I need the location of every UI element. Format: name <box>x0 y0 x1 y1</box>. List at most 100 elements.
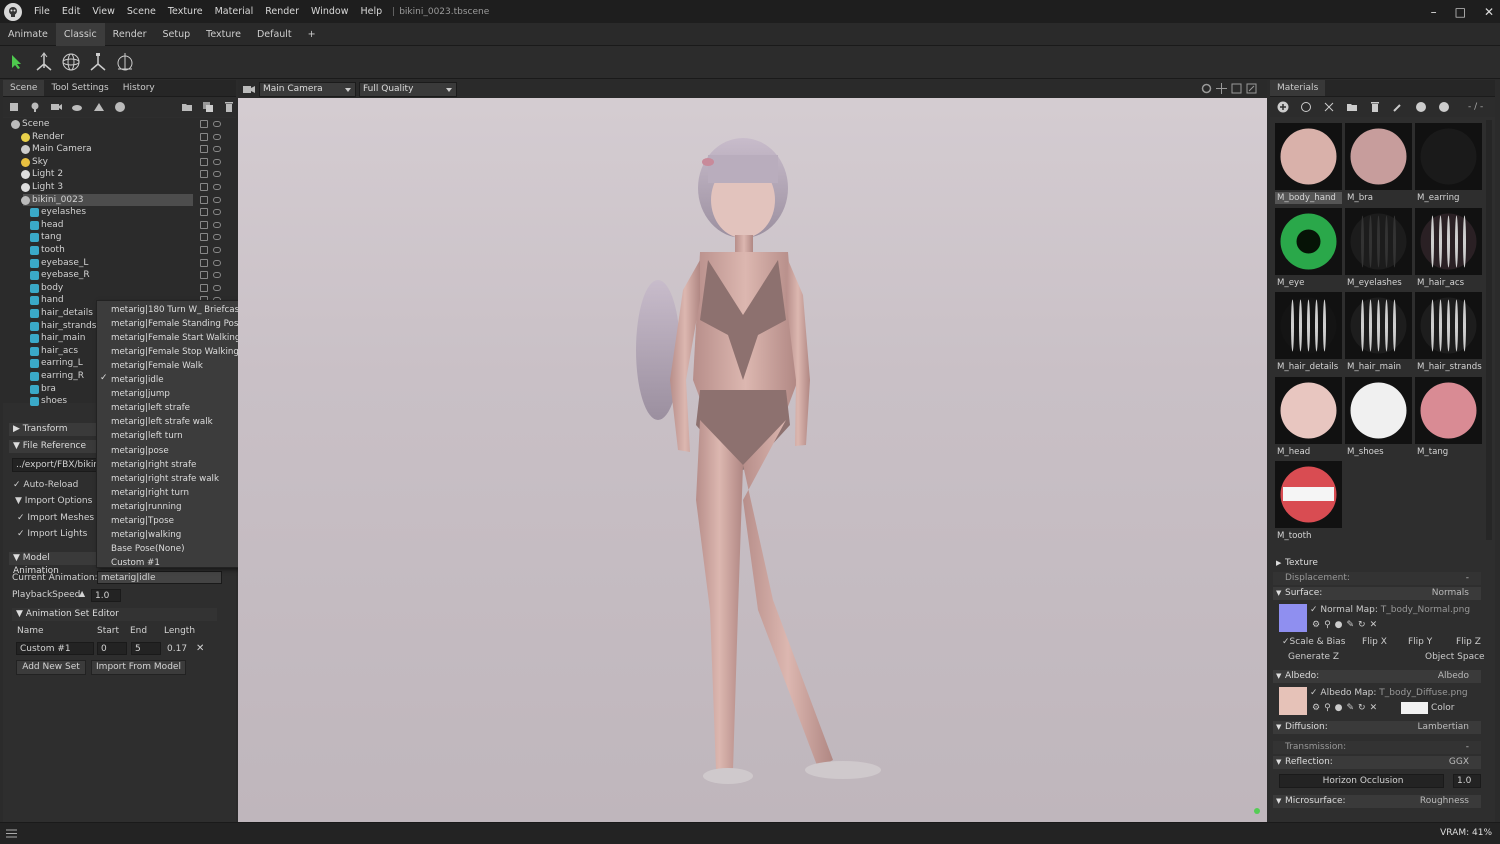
tab-tool-settings[interactable]: Tool Settings <box>44 80 115 96</box>
tree-item-tooth[interactable]: tooth <box>3 244 236 257</box>
add-camera-icon[interactable] <box>49 101 63 113</box>
tree-item-scene[interactable]: Scene <box>3 118 236 131</box>
menu-item-metarig-female-stop-walking[interactable]: metarig|Female Stop Walking <box>111 345 239 359</box>
add-sky-icon[interactable] <box>71 101 84 113</box>
tree-item-light-2[interactable]: Light 2 <box>3 168 236 181</box>
copy-material-icon[interactable] <box>1299 101 1313 113</box>
visibility-icon[interactable] <box>213 184 221 190</box>
tree-item-eyebase-l[interactable]: eyebase_L <box>3 257 236 270</box>
rotate-tool-icon[interactable] <box>60 51 82 73</box>
menu-item-metarig-jump[interactable]: metarig|jump <box>111 387 170 401</box>
add-material-icon[interactable] <box>1276 101 1290 113</box>
tree-item-head[interactable]: head <box>3 219 236 232</box>
lock-icon[interactable] <box>200 220 208 229</box>
flip-y-checkbox[interactable]: Flip Y <box>1408 637 1432 647</box>
lock-icon[interactable] <box>200 246 208 254</box>
spinner-icon[interactable]: ▲ <box>79 589 85 598</box>
picker-icon[interactable] <box>1391 101 1405 113</box>
tree-item-body[interactable]: body <box>3 282 236 295</box>
material-m-earring[interactable]: M_earring <box>1415 123 1482 204</box>
menu-item-metarig-female-standing-pose[interactable]: metarig|Female Standing Pose <box>111 317 244 331</box>
visibility-icon[interactable] <box>213 158 221 165</box>
close-icon[interactable]: ✕ <box>1484 5 1494 19</box>
tree-item-light-3[interactable]: Light 3 <box>3 181 236 194</box>
section-file-reference[interactable]: ▼ File Reference <box>9 440 97 453</box>
menu-scene[interactable]: Scene <box>121 6 162 17</box>
material-m-body-hand[interactable]: M_body_hand <box>1275 123 1342 204</box>
transform-tool-icon[interactable] <box>114 51 136 73</box>
scale-bias-checkbox[interactable]: ✓Scale & Bias <box>1282 637 1345 647</box>
menu-item-metarig-walking[interactable]: metarig|walking <box>111 528 181 542</box>
lock-icon[interactable] <box>200 208 208 217</box>
menu-texture[interactable]: Texture <box>162 6 209 17</box>
menu-item-metarig-tpose[interactable]: metarig|Tpose <box>111 514 174 528</box>
normal-map-thumb[interactable] <box>1279 604 1307 632</box>
visibility-icon[interactable] <box>213 221 221 228</box>
albedo-map-tools[interactable]: ⚙⚲●✎↻✕ <box>1312 703 1381 713</box>
tree-item-tang[interactable]: tang <box>3 231 236 244</box>
materials-scrollbar[interactable] <box>1486 120 1492 540</box>
menu-item-custom-1[interactable]: Custom #1 <box>111 556 160 570</box>
albedo-section[interactable]: ▼ Albedo: Albedo <box>1273 670 1481 683</box>
menu-item-metarig-female-walk[interactable]: metarig|Female Walk <box>111 359 203 373</box>
lock-icon[interactable] <box>200 170 208 179</box>
tab-materials[interactable]: Materials <box>1270 80 1326 96</box>
reflection-section[interactable]: ▼ Reflection: GGX <box>1273 756 1481 769</box>
normal-map-tools[interactable]: ⚙⚲●✎↻✕ <box>1312 620 1381 630</box>
visibility-icon[interactable] <box>213 171 221 178</box>
flip-z-checkbox[interactable]: Flip Z <box>1456 637 1481 647</box>
visibility-icon[interactable] <box>213 133 221 140</box>
object-space-checkbox[interactable]: Object Space <box>1425 652 1485 662</box>
tree-item-main-camera[interactable]: Main Camera <box>3 143 236 156</box>
import-from-model-button[interactable]: Import From Model <box>91 660 186 675</box>
menu-item-metarig-180-turn-w-briefcase[interactable]: metarig|180 Turn W_ Briefcase <box>111 303 245 317</box>
visibility-icon[interactable] <box>213 247 221 253</box>
link-icon[interactable] <box>1322 101 1336 113</box>
add-object-icon[interactable] <box>7 101 20 113</box>
lock-icon[interactable] <box>200 157 208 166</box>
diffusion-section[interactable]: ▼ Diffusion: Lambertian <box>1273 721 1481 734</box>
set-start-field[interactable]: 0 <box>97 642 127 655</box>
lock-icon[interactable] <box>200 183 208 191</box>
lock-icon[interactable] <box>200 132 208 141</box>
viewport[interactable]: Main Camera Full Quality <box>238 80 1267 822</box>
microsurface-section[interactable]: ▼ Microsurface: Roughness <box>1273 795 1481 808</box>
menu-item-metarig-idle[interactable]: metarig|idle <box>111 373 164 387</box>
material-m-eye[interactable]: M_eye <box>1275 207 1342 289</box>
menu-item-metarig-female-start-walking[interactable]: metarig|Female Start Walking <box>111 331 240 345</box>
current-animation-field[interactable]: metarig|idle <box>97 571 222 584</box>
tree-item-eyelashes[interactable]: eyelashes <box>3 206 236 219</box>
section-transform[interactable]: ▶ Transform <box>9 423 97 436</box>
visibility-icon[interactable] <box>213 284 221 291</box>
tab-render[interactable]: Render <box>105 23 155 46</box>
horizon-occlusion-slider[interactable]: Horizon Occlusion <box>1279 774 1444 788</box>
tab-animate[interactable]: Animate <box>0 23 56 46</box>
refresh-icon[interactable] <box>1414 101 1428 113</box>
horizon-occlusion-value[interactable]: 1.0 <box>1453 774 1481 788</box>
menu-help[interactable]: Help <box>355 6 389 17</box>
add-shadow-icon[interactable] <box>92 101 105 113</box>
generate-z-checkbox[interactable]: Generate Z <box>1288 652 1339 662</box>
tree-item-bikini-0023[interactable]: bikini_0023 <box>3 193 236 207</box>
lock-icon[interactable] <box>200 233 208 242</box>
trash-icon[interactable] <box>1368 101 1382 113</box>
material-m-tooth[interactable]: M_tooth <box>1275 461 1342 542</box>
section-model-animation[interactable]: ▼ Model Animation <box>9 552 97 576</box>
visibility-icon[interactable] <box>213 196 221 203</box>
folder-icon[interactable] <box>180 101 193 113</box>
tab-scene[interactable]: Scene <box>3 80 45 96</box>
menu-item-metarig-running[interactable]: metarig|running <box>111 500 182 514</box>
menu-item-metarig-left-strafe-walk[interactable]: metarig|left strafe walk <box>111 415 213 429</box>
visibility-icon[interactable] <box>213 209 221 216</box>
menu-item-metarig-left-turn[interactable]: metarig|left turn <box>111 429 183 443</box>
import-options-toggle[interactable]: ▼ Import Options <box>15 496 92 506</box>
hamburger-icon[interactable] <box>6 829 17 838</box>
trash-icon[interactable] <box>223 101 236 113</box>
flip-x-checkbox[interactable]: Flip X <box>1362 637 1387 647</box>
file-path-field[interactable]: ../export/FBX/bikini <box>12 458 102 472</box>
visibility-icon[interactable] <box>213 259 221 266</box>
set-end-field[interactable]: 5 <box>131 642 161 655</box>
material-m-hair-strands[interactable]: M_hair_strands <box>1415 292 1482 373</box>
folder-icon[interactable] <box>1345 101 1359 113</box>
visibility-icon[interactable] <box>213 234 221 241</box>
